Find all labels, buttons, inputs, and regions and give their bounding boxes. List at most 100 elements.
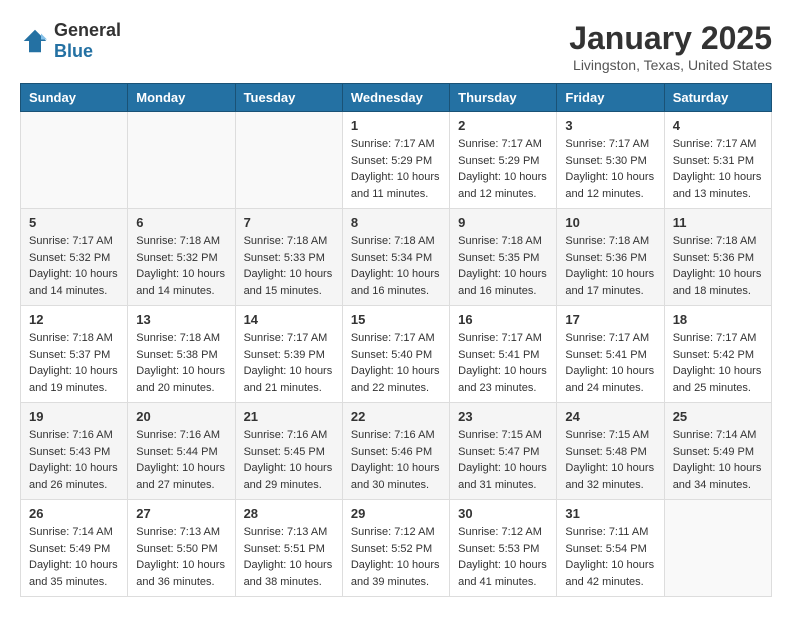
table-row: 31Sunrise: 7:11 AMSunset: 5:54 PMDayligh… — [557, 500, 664, 597]
day-number: 4 — [673, 118, 763, 133]
day-info: Sunrise: 7:17 AMSunset: 5:31 PMDaylight:… — [673, 136, 763, 202]
logo-blue: Blue — [54, 41, 93, 61]
day-info: Sunrise: 7:15 AMSunset: 5:47 PMDaylight:… — [458, 427, 548, 493]
table-row: 16 Sunrise: 7:17 AMSunset: 5:41 PMDayligh… — [450, 306, 557, 403]
day-info: Sunrise: 7:13 AMSunset: 5:50 PMDaylight:… — [136, 524, 226, 590]
day-info: Sunrise: 7:17 AMSunset: 5:41 PMDaylight:… — [565, 330, 655, 396]
table-row: 19Sunrise: 7:16 AMSunset: 5:43 PMDayligh… — [21, 403, 128, 500]
day-info: Sunrise: 7:14 AMSunset: 5:49 PMDaylight:… — [29, 524, 119, 590]
table-row: 14Sunrise: 7:17 AMSunset: 5:39 PMDayligh… — [235, 306, 342, 403]
day-info: Sunrise: 7:17 AMSunset: 5:29 PMDaylight:… — [351, 136, 441, 202]
day-number: 3 — [565, 118, 655, 133]
table-row: 5Sunrise: 7:17 AMSunset: 5:32 PMDaylight… — [21, 209, 128, 306]
col-sunday: Sunday — [21, 84, 128, 112]
day-info: Sunrise: 7:12 AMSunset: 5:52 PMDaylight:… — [351, 524, 441, 590]
day-info: Sunrise: 7:18 AMSunset: 5:33 PMDaylight:… — [244, 233, 334, 299]
day-info: Sunrise: 7:18 AMSunset: 5:38 PMDaylight:… — [136, 330, 226, 396]
day-info: Sunrise: 7:14 AMSunset: 5:49 PMDaylight:… — [673, 427, 763, 493]
day-number: 19 — [29, 409, 119, 424]
table-row: 25Sunrise: 7:14 AMSunset: 5:49 PMDayligh… — [664, 403, 771, 500]
table-row — [664, 500, 771, 597]
table-row: 12Sunrise: 7:18 AMSunset: 5:37 PMDayligh… — [21, 306, 128, 403]
month-title: January 2025 — [569, 20, 772, 57]
table-row: 28 Sunrise: 7:13 AMSunset: 5:51 PMDayligh… — [235, 500, 342, 597]
page-header: General Blue January 2025 Livingston, Te… — [20, 20, 772, 73]
table-row: 10 Sunrise: 7:18 AMSunset: 5:36 PMDayligh… — [557, 209, 664, 306]
table-row: 3 Sunrise: 7:17 AMSunset: 5:30 PMDaylight… — [557, 112, 664, 209]
table-row: 21 Sunrise: 7:16 AMSunset: 5:45 PMDayligh… — [235, 403, 342, 500]
table-row — [21, 112, 128, 209]
day-number: 7 — [244, 215, 334, 230]
table-row: 26 Sunrise: 7:14 AMSunset: 5:49 PMDayligh… — [21, 500, 128, 597]
day-number: 16 — [458, 312, 548, 327]
table-row: 13Sunrise: 7:18 AMSunset: 5:38 PMDayligh… — [128, 306, 235, 403]
calendar-week-row: 1 Sunrise: 7:17 AMSunset: 5:29 PMDaylight… — [21, 112, 772, 209]
day-number: 14 — [244, 312, 334, 327]
table-row: 24Sunrise: 7:15 AMSunset: 5:48 PMDayligh… — [557, 403, 664, 500]
day-number: 23 — [458, 409, 548, 424]
day-info: Sunrise: 7:16 AMSunset: 5:44 PMDaylight:… — [136, 427, 226, 493]
logo: General Blue — [20, 20, 121, 62]
table-row: 8 Sunrise: 7:18 AMSunset: 5:34 PMDaylight… — [342, 209, 449, 306]
table-row: 4 Sunrise: 7:17 AMSunset: 5:31 PMDaylight… — [664, 112, 771, 209]
title-block: January 2025 Livingston, Texas, United S… — [569, 20, 772, 73]
day-number: 28 — [244, 506, 334, 521]
table-row: 7 Sunrise: 7:18 AMSunset: 5:33 PMDaylight… — [235, 209, 342, 306]
location-title: Livingston, Texas, United States — [569, 57, 772, 73]
calendar-week-row: 5Sunrise: 7:17 AMSunset: 5:32 PMDaylight… — [21, 209, 772, 306]
day-info: Sunrise: 7:17 AMSunset: 5:40 PMDaylight:… — [351, 330, 441, 396]
day-info: Sunrise: 7:18 AMSunset: 5:35 PMDaylight:… — [458, 233, 548, 299]
col-saturday: Saturday — [664, 84, 771, 112]
day-number: 27 — [136, 506, 226, 521]
calendar-table: Sunday Monday Tuesday Wednesday Thursday… — [20, 83, 772, 597]
day-number: 10 — [565, 215, 655, 230]
col-tuesday: Tuesday — [235, 84, 342, 112]
table-row: 30Sunrise: 7:12 AMSunset: 5:53 PMDayligh… — [450, 500, 557, 597]
day-info: Sunrise: 7:17 AMSunset: 5:41 PMDaylight:… — [458, 330, 548, 396]
day-number: 8 — [351, 215, 441, 230]
table-row: 17 Sunrise: 7:17 AMSunset: 5:41 PMDayligh… — [557, 306, 664, 403]
table-row — [128, 112, 235, 209]
day-info: Sunrise: 7:11 AMSunset: 5:54 PMDaylight:… — [565, 524, 655, 590]
table-row: 11 Sunrise: 7:18 AMSunset: 5:36 PMDayligh… — [664, 209, 771, 306]
col-thursday: Thursday — [450, 84, 557, 112]
day-info: Sunrise: 7:17 AMSunset: 5:42 PMDaylight:… — [673, 330, 763, 396]
day-number: 26 — [29, 506, 119, 521]
day-number: 21 — [244, 409, 334, 424]
day-number: 17 — [565, 312, 655, 327]
day-number: 24 — [565, 409, 655, 424]
logo-icon — [20, 26, 50, 56]
day-number: 9 — [458, 215, 548, 230]
day-number: 15 — [351, 312, 441, 327]
day-number: 18 — [673, 312, 763, 327]
logo-text: General Blue — [54, 20, 121, 62]
day-number: 30 — [458, 506, 548, 521]
table-row: 22 Sunrise: 7:16 AMSunset: 5:46 PMDayligh… — [342, 403, 449, 500]
day-number: 2 — [458, 118, 548, 133]
day-number: 22 — [351, 409, 441, 424]
table-row: 6Sunrise: 7:18 AMSunset: 5:32 PMDaylight… — [128, 209, 235, 306]
logo-general: General — [54, 20, 121, 40]
day-info: Sunrise: 7:18 AMSunset: 5:36 PMDaylight:… — [673, 233, 763, 299]
table-row: 29 Sunrise: 7:12 AMSunset: 5:52 PMDayligh… — [342, 500, 449, 597]
calendar-week-row: 12Sunrise: 7:18 AMSunset: 5:37 PMDayligh… — [21, 306, 772, 403]
day-number: 1 — [351, 118, 441, 133]
day-info: Sunrise: 7:16 AMSunset: 5:45 PMDaylight:… — [244, 427, 334, 493]
day-info: Sunrise: 7:18 AMSunset: 5:36 PMDaylight:… — [565, 233, 655, 299]
day-info: Sunrise: 7:17 AMSunset: 5:30 PMDaylight:… — [565, 136, 655, 202]
table-row: 23 Sunrise: 7:15 AMSunset: 5:47 PMDayligh… — [450, 403, 557, 500]
day-number: 11 — [673, 215, 763, 230]
day-info: Sunrise: 7:17 AMSunset: 5:32 PMDaylight:… — [29, 233, 119, 299]
table-row — [235, 112, 342, 209]
table-row: 2Sunrise: 7:17 AMSunset: 5:29 PMDaylight… — [450, 112, 557, 209]
day-number: 29 — [351, 506, 441, 521]
col-wednesday: Wednesday — [342, 84, 449, 112]
col-monday: Monday — [128, 84, 235, 112]
day-info: Sunrise: 7:18 AMSunset: 5:34 PMDaylight:… — [351, 233, 441, 299]
day-info: Sunrise: 7:13 AMSunset: 5:51 PMDaylight:… — [244, 524, 334, 590]
day-number: 6 — [136, 215, 226, 230]
calendar-week-row: 26 Sunrise: 7:14 AMSunset: 5:49 PMDayligh… — [21, 500, 772, 597]
table-row: 1 Sunrise: 7:17 AMSunset: 5:29 PMDaylight… — [342, 112, 449, 209]
col-friday: Friday — [557, 84, 664, 112]
day-info: Sunrise: 7:16 AMSunset: 5:46 PMDaylight:… — [351, 427, 441, 493]
